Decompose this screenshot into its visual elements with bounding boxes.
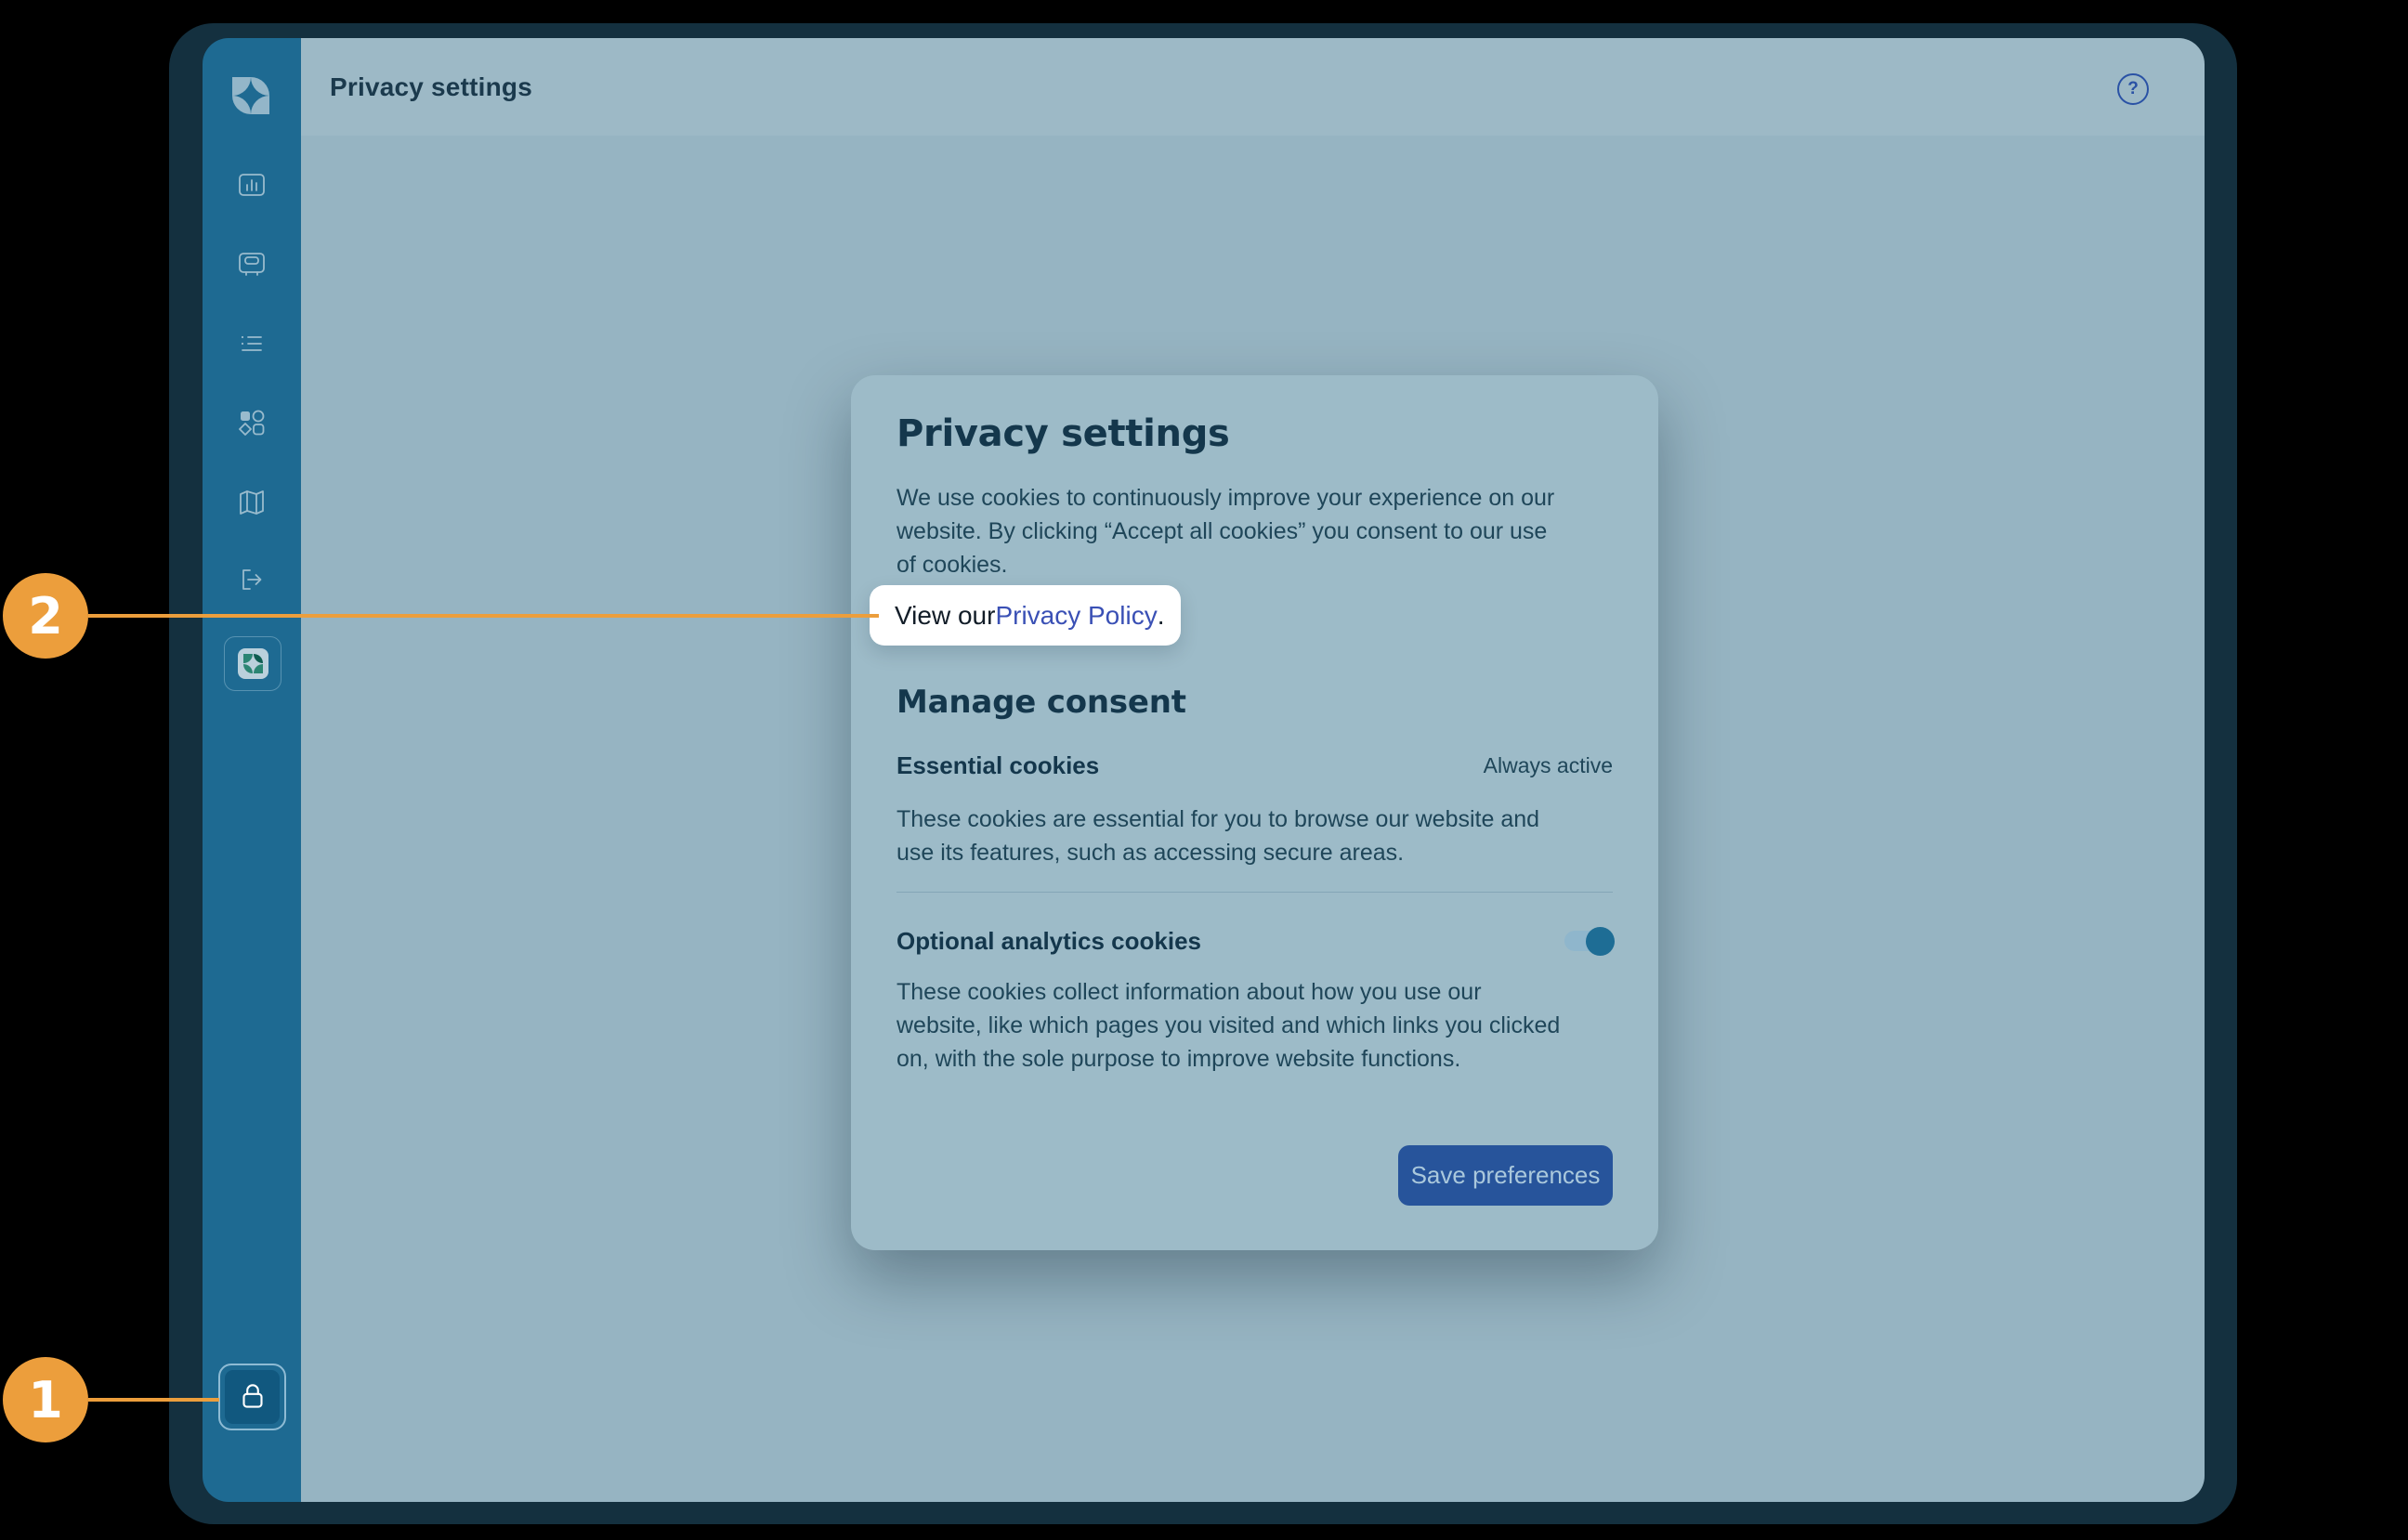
desc-line: website, like which pages you visited an… [896,1009,1560,1042]
privacy-policy-link[interactable]: Privacy Policy [995,601,1157,631]
period-text: . [1158,601,1165,631]
shapes-icon[interactable] [235,406,268,439]
callout-badge-1: 1 [3,1357,88,1442]
callout-line-2 [88,614,879,618]
desc-line: use its features, such as accessing secu… [896,836,1539,869]
callout-badge-2: 2 [3,573,88,659]
topbar: Privacy settings ? [301,38,2205,136]
padlock-icon [235,1379,270,1415]
app-logo[interactable] [232,77,269,114]
analytics-toggle[interactable] [1564,931,1613,951]
desc-line: These cookies collect information about … [896,975,1560,1009]
bar-chart-icon[interactable] [235,168,268,202]
essential-cookies-description: These cookies are essential for you to b… [896,803,1539,869]
view-our-text: View our [895,601,995,631]
logo-petal [254,654,263,663]
save-preferences-button[interactable]: Save preferences [1398,1145,1613,1206]
intro-line: website. By clicking “Accept all cookies… [896,515,1554,548]
green-petal-app-icon [238,648,268,679]
intro-line: of cookies. [896,548,1554,581]
list-icon[interactable] [235,327,268,360]
optional-cookies-label: Optional analytics cookies [896,927,1201,956]
logo-petal [251,77,269,96]
map-icon[interactable] [235,486,268,519]
logo-petal [254,664,263,673]
kiosk-icon[interactable] [235,247,268,281]
logo-petal [232,77,251,96]
page-title: Privacy settings [330,38,532,136]
logo-petal [243,664,253,673]
logo-petal [243,654,253,663]
toggle-knob [1586,927,1615,956]
dialog-title: Privacy settings [896,412,1230,455]
essential-cookies-row: Essential cookies Always active [896,751,1613,780]
desc-line: These cookies are essential for you to b… [896,803,1539,836]
manage-consent-heading: Manage consent [896,684,1186,721]
intro-line: We use cookies to continuously improve y… [896,481,1554,515]
logout-icon[interactable] [235,563,268,596]
essential-cookies-label: Essential cookies [896,751,1099,780]
privacy-settings-dialog: Privacy settings We use cookies to conti… [851,375,1658,1250]
intro-paragraph: We use cookies to continuously improve y… [896,481,1554,581]
logo-petal [251,96,269,114]
privacy-policy-highlight: View our Privacy Policy . [870,585,1181,646]
privacy-lock-button[interactable] [218,1364,286,1430]
desc-line: on, with the sole purpose to improve web… [896,1042,1560,1076]
help-icon[interactable]: ? [2117,73,2149,105]
always-active-status: Always active [1484,753,1613,778]
logo-petal [232,96,251,114]
callout-line-1 [88,1398,219,1402]
optional-cookies-row: Optional analytics cookies [896,925,1613,957]
optional-cookies-description: These cookies collect information about … [896,975,1560,1076]
sidebar [203,38,301,1502]
section-divider [896,892,1613,893]
active-app-button[interactable] [224,636,281,691]
